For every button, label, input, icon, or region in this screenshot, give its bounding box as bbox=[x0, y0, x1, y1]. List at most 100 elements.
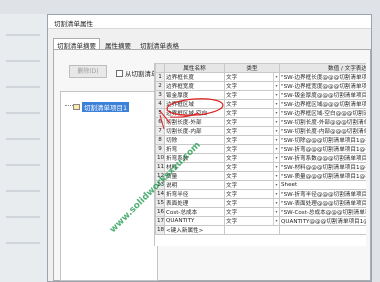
dialog-titlebar: 切割清单属性 bbox=[48, 15, 371, 29]
chevron-down-icon[interactable]: ▾ bbox=[273, 136, 279, 144]
table-row[interactable]: 3 钣金厚度 文字 ▾ "SW-钣金厚度@@@切割清单项目 bbox=[155, 90, 366, 100]
table-row[interactable]: 4 边界框区域 文字 ▾ "SW-边界框区域@@@切割清单项 bbox=[155, 99, 366, 109]
type-cell[interactable]: 文字 ▾ bbox=[224, 135, 280, 145]
value-cell[interactable]: "SW-边界框区域-空白@@@切割清 bbox=[279, 108, 366, 118]
table-row[interactable]: 17 QUANTITY 文字 ▾ QUANTITY@@@切割清单项目1@ bbox=[155, 216, 366, 226]
chevron-down-icon[interactable]: ▾ bbox=[273, 118, 279, 126]
table-row[interactable]: 7 切割长度-内部 文字 ▾ "SW-切割长度-内部@@@切割清单 bbox=[155, 126, 366, 136]
chevron-down-icon[interactable]: ▾ bbox=[273, 199, 279, 207]
chevron-down-icon[interactable]: ▾ bbox=[273, 217, 279, 225]
type-cell[interactable]: 文字 ▾ bbox=[224, 153, 280, 163]
chevron-down-icon[interactable]: ▾ bbox=[273, 109, 279, 117]
value-cell-text: "SW-边界框区域@@@切割清单项 bbox=[281, 102, 366, 108]
type-cell[interactable]: 文字 ▾ bbox=[224, 72, 280, 82]
exclude-checkbox[interactable] bbox=[116, 69, 123, 77]
chevron-down-icon[interactable]: ▾ bbox=[273, 100, 279, 108]
chevron-down-icon[interactable]: ▾ bbox=[273, 82, 279, 90]
value-cell[interactable]: "SW-切除@@@切割清单项目1@手 bbox=[279, 135, 366, 145]
type-cell[interactable]: 文字 ▾ bbox=[224, 126, 280, 136]
type-cell[interactable]: 文字 ▾ bbox=[224, 117, 280, 127]
chevron-down-icon[interactable]: ▾ bbox=[273, 73, 279, 81]
table-row[interactable]: 8 切除 文字 ▾ "SW-切除@@@切割清单项目1@手 bbox=[155, 135, 366, 145]
value-cell[interactable]: "SW-边界框长度@@@切割清单项 bbox=[279, 72, 366, 82]
column-header-property-name[interactable]: 属性名称 bbox=[164, 63, 225, 73]
column-header-value[interactable]: 数值 / 文字表达 bbox=[279, 63, 366, 73]
tree-item-cutlist-1[interactable]: 切割清单项目1 bbox=[73, 102, 130, 112]
property-name-cell[interactable]: QUANTITY bbox=[164, 216, 225, 226]
property-name-cell[interactable]: 折弯半径 bbox=[164, 189, 225, 199]
column-header-rownum bbox=[155, 63, 165, 73]
type-cell[interactable]: 文字 ▾ bbox=[224, 216, 280, 226]
table-row[interactable]: 13 说明 文字 ▾ Sheet bbox=[155, 180, 366, 190]
value-cell-text: "SW-边界框长度@@@切割清单项 bbox=[281, 75, 366, 81]
value-cell[interactable]: "SW-钣金厚度@@@切割清单项目 bbox=[279, 90, 366, 100]
type-cell[interactable]: 文字 ▾ bbox=[224, 81, 280, 91]
row-number-cell: 5 bbox=[155, 108, 165, 118]
type-cell[interactable]: 文字 ▾ bbox=[224, 90, 280, 100]
property-name-cell-text: QUANTITY bbox=[166, 218, 195, 224]
table-row[interactable]: 14 折弯半径 文字 ▾ "SW-折弯半径@@@切割清单项目1 bbox=[155, 189, 366, 199]
type-cell-text: 文字 bbox=[226, 147, 238, 153]
property-name-cell[interactable]: Cost-总成本 bbox=[164, 207, 225, 217]
value-cell[interactable]: "SW-表面处理@@@切割清单项目1 bbox=[279, 198, 366, 208]
table-row[interactable]: 2 边界框宽度 文字 ▾ "SW-边界框宽度@@@切割清单项 bbox=[155, 81, 366, 91]
row-number-cell: 3 bbox=[155, 90, 165, 100]
value-cell[interactable]: "SW-切割长度-内部@@@切割清单 bbox=[279, 126, 366, 136]
property-name-cell-text: 折弯半径 bbox=[166, 192, 189, 198]
table-row[interactable]: 5 边界框区域-空白 文字 ▾ "SW-边界框区域-空白@@@切割清 bbox=[155, 108, 366, 118]
column-header-type[interactable]: 类型 bbox=[224, 63, 280, 73]
property-name-cell[interactable]: 说明 bbox=[164, 180, 225, 190]
property-name-cell[interactable]: 切割长度-外部 bbox=[164, 117, 225, 127]
value-cell[interactable]: "SW-材料@@@切割清单项目1@手 bbox=[279, 162, 366, 172]
type-cell[interactable]: 文字 ▾ bbox=[224, 144, 280, 154]
type-cell[interactable]: 文字 ▾ bbox=[224, 162, 280, 172]
type-cell[interactable]: 文字 ▾ bbox=[224, 108, 280, 118]
type-cell[interactable]: 文字 ▾ bbox=[224, 180, 280, 190]
chevron-down-icon[interactable]: ▾ bbox=[273, 172, 279, 180]
delete-button[interactable]: 删除(D) bbox=[69, 65, 107, 78]
chevron-down-icon[interactable]: ▾ bbox=[273, 154, 279, 162]
property-name-cell[interactable]: 表面处理 bbox=[164, 198, 225, 208]
property-name-cell[interactable]: <键入新属性> bbox=[164, 225, 225, 235]
value-cell[interactable]: "SW-切割长度-外部@@@切割清单 bbox=[279, 117, 366, 127]
property-name-cell[interactable]: 边界框区域-空白 bbox=[164, 108, 225, 118]
cutlist-tree: 切割清单项目1 bbox=[60, 91, 158, 281]
chevron-down-icon[interactable]: ▾ bbox=[273, 208, 279, 216]
table-row[interactable]: 1 边界框长度 文字 ▾ "SW-边界框长度@@@切割清单项 bbox=[155, 72, 366, 82]
value-cell[interactable]: Sheet bbox=[279, 180, 366, 190]
table-row[interactable]: 18 <键入新属性> bbox=[155, 225, 366, 235]
property-name-cell[interactable]: 切割长度-内部 bbox=[164, 126, 225, 136]
value-cell[interactable]: QUANTITY@@@切割清单项目1@ bbox=[279, 216, 366, 226]
chevron-down-icon[interactable]: ▾ bbox=[273, 163, 279, 171]
property-name-cell[interactable]: 边界框宽度 bbox=[164, 81, 225, 91]
chevron-down-icon[interactable]: ▾ bbox=[273, 91, 279, 99]
value-cell[interactable]: "SW-折弯@@@切割清单项目1@手 bbox=[279, 144, 366, 154]
type-cell[interactable]: 文字 ▾ bbox=[224, 207, 280, 217]
value-cell[interactable]: "SW-折弯系数@@@切割清单项目1 bbox=[279, 153, 366, 163]
value-cell[interactable]: "SW-质量@@@切割清单项目1@手 bbox=[279, 171, 366, 181]
chevron-down-icon[interactable]: ▾ bbox=[273, 190, 279, 198]
value-cell[interactable]: "SW-边界框宽度@@@切割清单项 bbox=[279, 81, 366, 91]
table-row[interactable]: 11 材料 文字 ▾ "SW-材料@@@切割清单项目1@手 bbox=[155, 162, 366, 172]
value-cell[interactable]: "SW-折弯半径@@@切割清单项目1 bbox=[279, 189, 366, 199]
row-number-cell-text: 18 bbox=[157, 227, 165, 233]
chevron-down-icon[interactable]: ▾ bbox=[273, 181, 279, 189]
value-cell[interactable] bbox=[279, 225, 366, 235]
type-cell[interactable]: 文字 ▾ bbox=[224, 189, 280, 199]
type-cell[interactable]: 文字 ▾ bbox=[224, 171, 280, 181]
value-cell[interactable]: "SW-Cost-总成本@@@切割清单项目 bbox=[279, 207, 366, 217]
property-name-cell[interactable]: 钣金厚度 bbox=[164, 90, 225, 100]
table-row[interactable]: 12 质量 文字 ▾ "SW-质量@@@切割清单项目1@手 bbox=[155, 171, 366, 181]
table-row[interactable]: 15 表面处理 文字 ▾ "SW-表面处理@@@切割清单项目1 bbox=[155, 198, 366, 208]
type-cell[interactable]: 文字 ▾ bbox=[224, 99, 280, 109]
property-name-cell[interactable]: 边界框区域 bbox=[164, 99, 225, 109]
chevron-down-icon[interactable]: ▾ bbox=[273, 145, 279, 153]
value-cell[interactable]: "SW-边界框区域@@@切割清单项 bbox=[279, 99, 366, 109]
property-name-cell[interactable]: 边界框长度 bbox=[164, 72, 225, 82]
type-cell[interactable]: 文字 ▾ bbox=[224, 198, 280, 208]
chevron-down-icon[interactable]: ▾ bbox=[273, 127, 279, 135]
table-row[interactable]: 6 切割长度-外部 文字 ▾ "SW-切割长度-外部@@@切割清单 bbox=[155, 117, 366, 127]
type-cell-text: 文字 bbox=[226, 156, 238, 162]
type-cell[interactable] bbox=[224, 225, 280, 235]
table-row[interactable]: 16Cost-总成本 文字 ▾"SW-Cost-总成本@@@切割清单项目 bbox=[155, 207, 366, 217]
